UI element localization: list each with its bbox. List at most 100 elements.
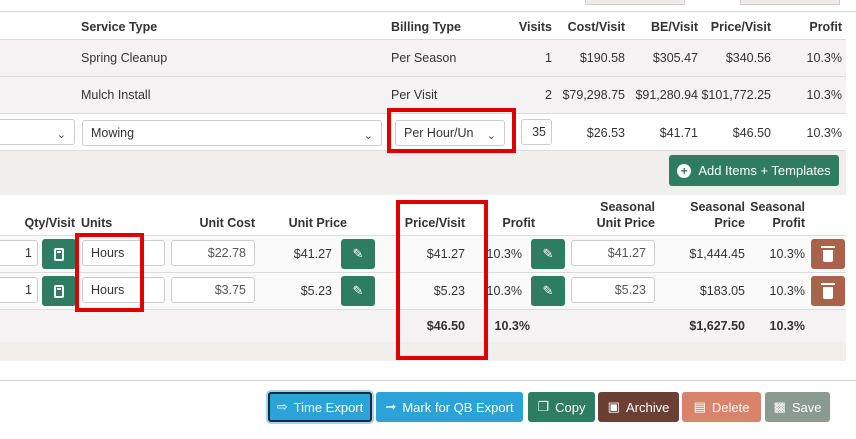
copy-icon: ❐ [537, 399, 550, 414]
header-seasonal-profit-1: Seasonal [750, 200, 805, 214]
save-label: Save [791, 399, 822, 415]
highlight-price-visit [396, 200, 488, 360]
export-icon: ⇨ [276, 399, 288, 414]
delete-label: Delete [711, 399, 750, 415]
cost-visit-value: $26.53 [586, 126, 625, 140]
seasonal-profit-value: 10.3% [769, 247, 805, 261]
unit-cost-input[interactable]: $3.75 [171, 277, 255, 303]
chevron-down-icon: ⌄ [56, 129, 66, 141]
be-visit-value: $305.47 [652, 51, 698, 65]
plus-circle-icon: + [677, 163, 692, 178]
delete-button[interactable]: ▤ Delete [682, 392, 761, 422]
pencil-icon: ✎ [542, 283, 554, 298]
copy-button[interactable]: ❐ Copy [528, 392, 595, 422]
header-seasonal-unit-price-2: Unit Price [596, 216, 655, 230]
unit-cost-input[interactable]: $22.78 [171, 240, 255, 266]
profit-value: 10.3% [806, 88, 842, 102]
seasonal-price-value: $183.05 [699, 284, 745, 298]
edit-profit-button[interactable]: ✎ [531, 276, 565, 306]
pencil-icon: ✎ [352, 283, 364, 298]
edit-profit-button[interactable]: ✎ [531, 239, 565, 269]
seasonal-unit-price-input[interactable]: $5.23 [571, 277, 655, 303]
qty-input[interactable]: 1 [0, 277, 38, 303]
table-row[interactable]: Spring Cleanup Per Season 1 $190.58 $305… [0, 39, 846, 76]
header-profit: Profit [502, 216, 535, 230]
header-be-visit: BE/Visit [650, 20, 698, 34]
delete-item-button[interactable] [811, 276, 845, 306]
copy-label: Copy [555, 399, 586, 415]
trash-icon: ▤ [693, 399, 706, 414]
add-items-label: Add Items + Templates [698, 163, 831, 178]
header-profit: Profit [809, 20, 842, 34]
cost-visit-value: $190.58 [579, 51, 625, 65]
profit-value: 10.3% [806, 51, 842, 65]
be-visit-value: $41.71 [659, 126, 698, 140]
header-seasonal-price-1: Seasonal [690, 200, 745, 214]
cost-visit-value: $79,298.75 [562, 88, 625, 102]
header-billing-type: Billing Type [391, 20, 461, 34]
services-table-header: Service Type Billing Type Visits Cost/Vi… [0, 13, 846, 41]
calculator-icon [54, 284, 64, 298]
archive-button[interactable]: ▣ Archive [598, 392, 679, 422]
header-price-visit: Price/Visit [710, 20, 771, 34]
pencil-icon: ✎ [542, 246, 554, 261]
visits-input[interactable]: 35 [521, 119, 552, 145]
seasonal-profit-value: 10.3% [769, 284, 805, 298]
highlight-billing-type [387, 108, 516, 153]
save-icon: ▩ [773, 399, 786, 414]
calculator-icon [54, 247, 64, 261]
edit-unit-price-button[interactable]: ✎ [341, 276, 375, 306]
add-items-templates-button[interactable]: + Add Items + Templates [669, 155, 839, 186]
header-visits: Visits [518, 20, 552, 34]
per-season-tab [740, 0, 840, 5]
pencil-icon: ✎ [352, 246, 364, 261]
header-units: Units [81, 216, 113, 230]
billing-type: Per Season [391, 51, 457, 65]
price-visit-value: $101,772.25 [701, 88, 771, 102]
category-select[interactable]: ⌄ [0, 119, 75, 145]
header-unit-cost: Unit Cost [199, 216, 255, 230]
price-visit-value: $340.56 [725, 51, 771, 65]
unit-price-value: $41.27 [293, 247, 332, 261]
delete-item-button[interactable] [811, 239, 845, 269]
qty-input[interactable]: 1 [0, 240, 38, 266]
top-cap [0, 0, 856, 12]
per-visit-tab [585, 0, 685, 5]
footer-divider [0, 380, 856, 381]
unit-price-value: $5.23 [300, 284, 332, 298]
billing-type: Per Visit [391, 88, 438, 102]
archive-label: Archive [625, 399, 670, 415]
header-seasonal-profit-2: Profit [772, 216, 805, 230]
chevron-down-icon: ⌄ [363, 130, 373, 142]
header-seasonal-price-2: Price [714, 216, 745, 230]
header-seasonal-unit-price-1: Seasonal [600, 200, 655, 214]
trash-icon [821, 282, 835, 299]
edit-unit-price-button[interactable]: ✎ [341, 239, 375, 269]
archive-icon: ▣ [607, 399, 620, 414]
trash-icon [821, 245, 835, 262]
service-select-value: Mowing [91, 126, 135, 140]
mark-qb-label: Mark for QB Export [402, 399, 514, 415]
price-visit-value: $46.50 [732, 126, 771, 140]
calculator-button[interactable] [42, 276, 76, 306]
visits-value: 1 [545, 51, 552, 65]
header-qty-visit: Qty/Visit [24, 216, 75, 230]
service-name: Spring Cleanup [81, 51, 168, 65]
total-seasonal-price: $1,627.50 [689, 319, 745, 333]
visits-value: 2 [545, 88, 552, 102]
mark-qb-export-button[interactable]: ➞ Mark for QB Export [376, 392, 523, 422]
sign-in-icon: ➞ [385, 399, 397, 414]
header-service-type: Service Type [81, 20, 158, 34]
calculator-button[interactable] [42, 239, 76, 269]
save-button[interactable]: ▩ Save [765, 392, 830, 422]
total-seasonal-profit: 10.3% [769, 319, 805, 333]
seasonal-price-value: $1,444.45 [689, 247, 745, 261]
seasonal-unit-price-input[interactable]: $41.27 [571, 240, 655, 266]
header-unit-price: Unit Price [288, 216, 347, 230]
header-cost-visit: Cost/Visit [567, 20, 625, 34]
highlight-units [75, 233, 144, 312]
service-select[interactable]: Mowing ⌄ [82, 120, 382, 146]
time-export-button[interactable]: ⇨ Time Export [268, 392, 372, 422]
profit-value: 10.3% [806, 126, 842, 140]
be-visit-value: $91,280.94 [635, 88, 698, 102]
